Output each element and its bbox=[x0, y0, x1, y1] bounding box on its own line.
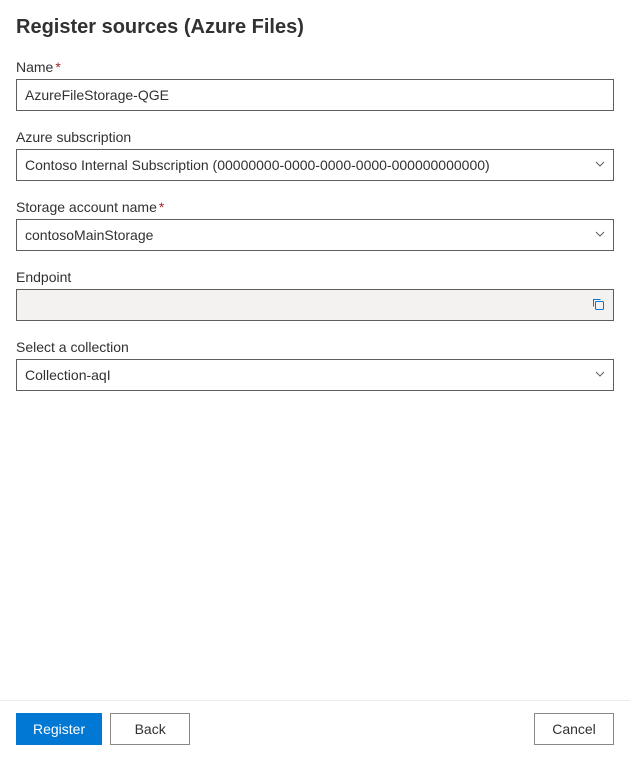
storage-value: contosoMainStorage bbox=[16, 219, 614, 251]
storage-label: Storage account name* bbox=[16, 199, 614, 215]
field-group-endpoint: Endpoint bbox=[16, 269, 614, 321]
name-input[interactable] bbox=[16, 79, 614, 111]
collection-select[interactable]: Collection-aqI bbox=[16, 359, 614, 391]
endpoint-wrapper bbox=[16, 289, 614, 321]
field-group-name: Name* bbox=[16, 59, 614, 111]
subscription-label: Azure subscription bbox=[16, 129, 614, 145]
copy-button[interactable] bbox=[586, 293, 610, 317]
endpoint-label: Endpoint bbox=[16, 269, 614, 285]
page-title: Register sources (Azure Files) bbox=[16, 16, 614, 39]
register-button[interactable]: Register bbox=[16, 713, 102, 745]
endpoint-value bbox=[16, 289, 614, 321]
required-indicator: * bbox=[159, 199, 164, 215]
field-group-storage: Storage account name* contosoMainStorage bbox=[16, 199, 614, 251]
storage-select[interactable]: contosoMainStorage bbox=[16, 219, 614, 251]
footer: Register Back Cancel bbox=[0, 700, 630, 757]
name-label-text: Name bbox=[16, 59, 53, 75]
subscription-value: Contoso Internal Subscription (00000000-… bbox=[16, 149, 614, 181]
subscription-select[interactable]: Contoso Internal Subscription (00000000-… bbox=[16, 149, 614, 181]
collection-value: Collection-aqI bbox=[16, 359, 614, 391]
field-group-subscription: Azure subscription Contoso Internal Subs… bbox=[16, 129, 614, 181]
name-label: Name* bbox=[16, 59, 614, 75]
collection-label: Select a collection bbox=[16, 339, 614, 355]
storage-label-text: Storage account name bbox=[16, 199, 157, 215]
cancel-button[interactable]: Cancel bbox=[534, 713, 614, 745]
copy-icon bbox=[591, 297, 605, 314]
field-group-collection: Select a collection Collection-aqI bbox=[16, 339, 614, 391]
required-indicator: * bbox=[55, 59, 60, 75]
back-button[interactable]: Back bbox=[110, 713, 190, 745]
